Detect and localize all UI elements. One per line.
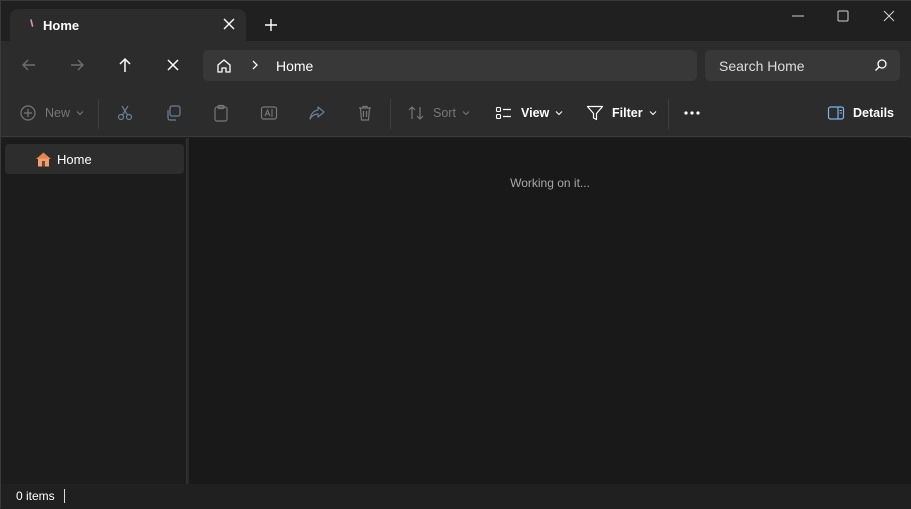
home-icon bbox=[36, 152, 51, 167]
stop-loading-icon[interactable] bbox=[164, 56, 182, 74]
status-bar: 0 items bbox=[1, 484, 911, 509]
toolbar-divider bbox=[390, 99, 391, 129]
maximize-icon[interactable] bbox=[833, 7, 853, 25]
command-bar: New Sort View Filter Details bbox=[1, 89, 911, 137]
chevron-down-icon bbox=[649, 111, 656, 116]
minimize-icon[interactable] bbox=[788, 7, 808, 25]
address-path[interactable]: Home bbox=[276, 58, 313, 74]
tab-title: Home bbox=[43, 18, 80, 33]
new-button-label: New bbox=[45, 106, 71, 120]
forward-arrow-icon[interactable] bbox=[68, 56, 86, 74]
close-window-icon[interactable] bbox=[879, 7, 899, 25]
cut-button[interactable] bbox=[116, 89, 134, 137]
filter-button-label: Filter bbox=[612, 106, 643, 120]
chevron-right-icon[interactable] bbox=[249, 59, 261, 71]
sort-button[interactable]: Sort bbox=[407, 89, 470, 137]
share-button[interactable] bbox=[308, 89, 326, 137]
file-list-area[interactable]: Working on it... bbox=[189, 138, 911, 484]
details-button-label: Details bbox=[853, 106, 894, 120]
filter-button[interactable]: Filter bbox=[586, 89, 657, 137]
sidebar-item-home[interactable]: Home bbox=[5, 144, 184, 174]
search-box[interactable]: Search Home bbox=[705, 50, 900, 81]
new-button[interactable]: New bbox=[19, 89, 84, 137]
close-tab-icon[interactable] bbox=[222, 17, 236, 31]
toolbar-divider bbox=[668, 99, 669, 129]
new-tab-icon[interactable] bbox=[263, 17, 279, 33]
back-arrow-icon[interactable] bbox=[20, 56, 38, 74]
clipboard-icon bbox=[214, 104, 228, 122]
rename-button[interactable] bbox=[260, 89, 278, 137]
delete-button[interactable] bbox=[356, 89, 374, 137]
view-button-label: View bbox=[521, 106, 550, 120]
tab-home[interactable]: Home bbox=[10, 9, 246, 41]
chevron-down-icon bbox=[555, 111, 563, 116]
copy-button[interactable] bbox=[164, 89, 182, 137]
sidebar-item-label: Home bbox=[57, 152, 92, 167]
view-button[interactable]: View bbox=[495, 89, 563, 137]
details-pane-icon bbox=[827, 106, 845, 120]
navigation-bar: Home Search Home bbox=[1, 41, 911, 89]
add-circle-icon bbox=[20, 105, 36, 121]
paste-button[interactable] bbox=[212, 89, 230, 137]
details-button[interactable]: Details bbox=[827, 89, 894, 137]
status-divider bbox=[64, 489, 65, 503]
more-options-button[interactable] bbox=[683, 89, 701, 137]
loading-message: Working on it... bbox=[510, 176, 590, 190]
search-input[interactable]: Search Home bbox=[719, 58, 805, 74]
rename-icon bbox=[260, 106, 278, 120]
address-bar[interactable]: Home bbox=[203, 50, 697, 81]
filter-icon bbox=[586, 105, 604, 121]
chevron-down-icon bbox=[76, 111, 84, 116]
copy-icon bbox=[167, 105, 181, 121]
search-icon[interactable] bbox=[874, 58, 888, 72]
navigation-pane: Home bbox=[1, 138, 187, 484]
item-count: 0 items bbox=[16, 489, 55, 503]
chevron-down-icon bbox=[462, 111, 470, 116]
file-explorer-window: Home Home Search Home New Sort View Filt… bbox=[0, 0, 911, 509]
up-arrow-icon[interactable] bbox=[116, 56, 134, 74]
scissors-icon bbox=[117, 105, 133, 121]
title-bar: Home bbox=[1, 1, 911, 41]
home-outline-icon[interactable] bbox=[215, 57, 233, 75]
more-icon bbox=[684, 111, 700, 115]
sort-button-label: Sort bbox=[433, 106, 456, 120]
trash-icon bbox=[359, 105, 371, 121]
toolbar-divider bbox=[98, 99, 99, 129]
share-icon bbox=[309, 106, 325, 120]
app-icon bbox=[30, 19, 34, 27]
view-list-icon bbox=[495, 106, 511, 120]
sort-icon bbox=[408, 106, 424, 120]
